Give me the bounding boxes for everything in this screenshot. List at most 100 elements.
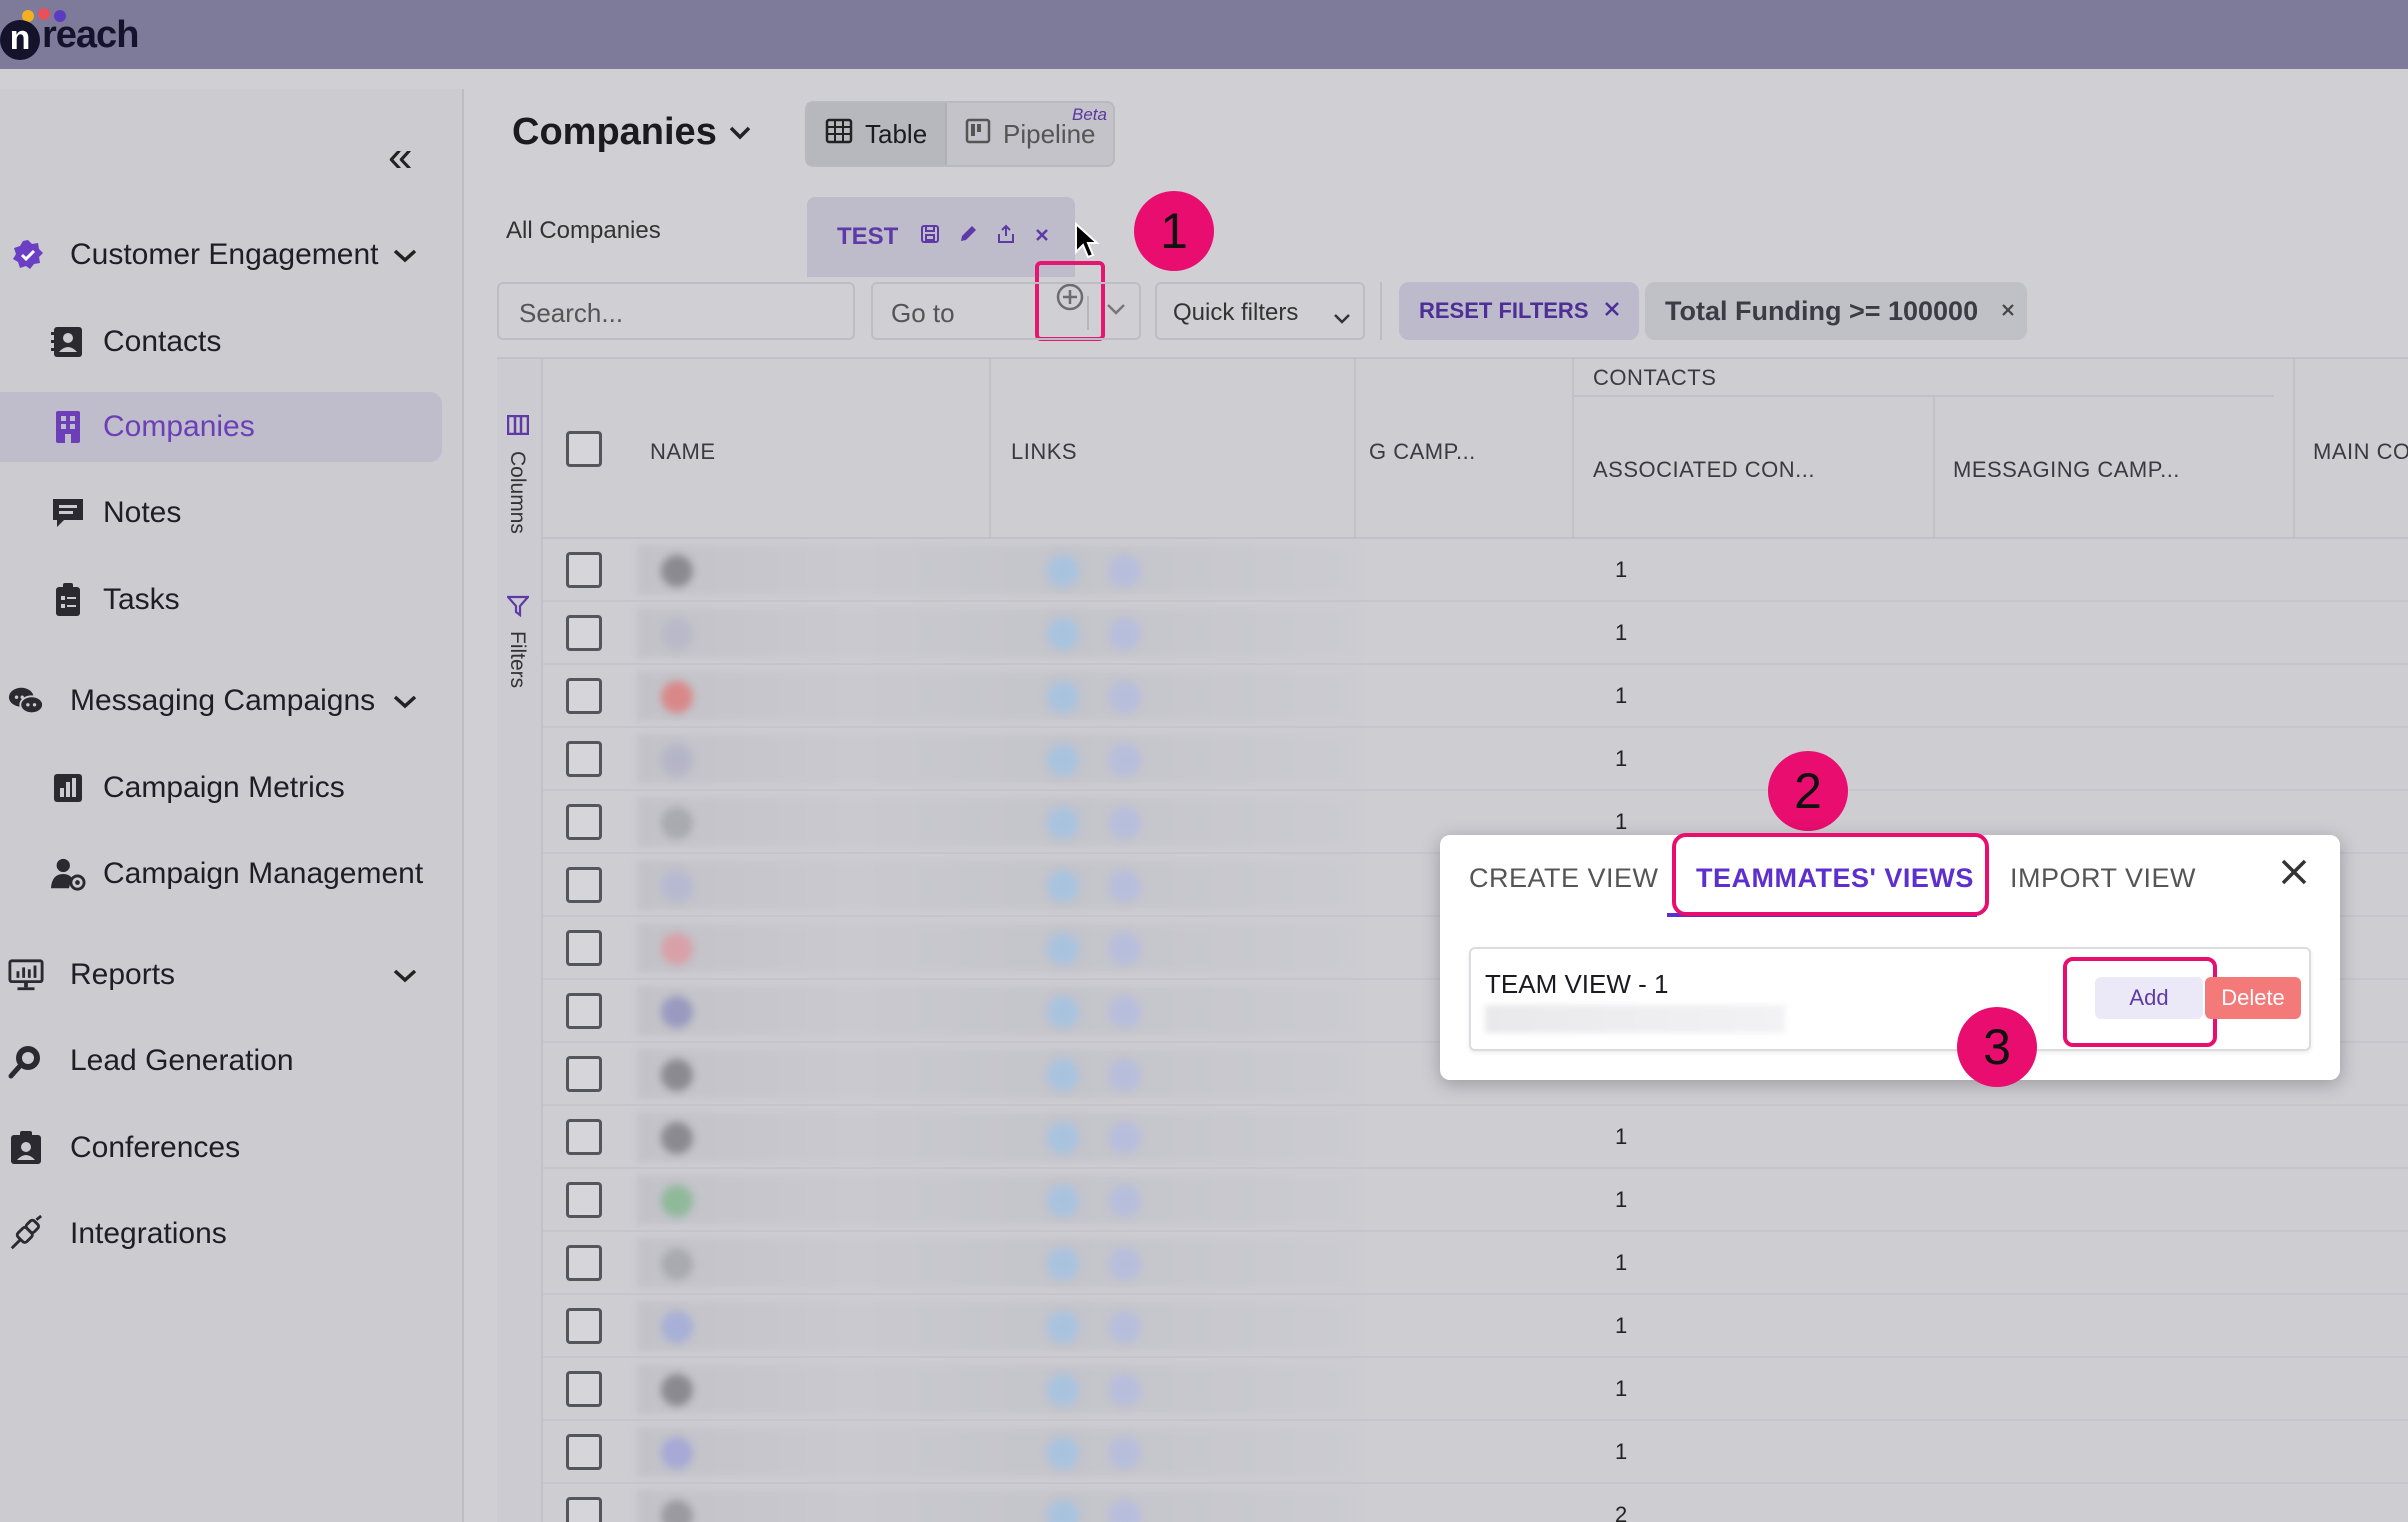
row-divider: [543, 726, 2408, 728]
quick-filters-button[interactable]: Quick filters: [1155, 282, 1365, 340]
filter-icon[interactable]: [505, 595, 531, 623]
link-icon: [1109, 870, 1141, 902]
select-all-checkbox[interactable]: [566, 431, 602, 467]
row-checkbox[interactable]: [566, 1308, 602, 1344]
close-icon: [1603, 297, 1621, 325]
close-modal-icon[interactable]: [2278, 853, 2310, 898]
associated-contacts-count: 1: [1615, 683, 1628, 708]
tab-all-companies[interactable]: All Companies: [506, 217, 706, 245]
sidebar-item-companies[interactable]: Companies: [0, 392, 442, 462]
blurred-row-content: [637, 608, 1357, 658]
sidebar-item-reports[interactable]: Reports: [0, 940, 440, 1010]
page-title[interactable]: Companies: [512, 111, 717, 154]
row-checkbox[interactable]: [566, 1119, 602, 1155]
close-tab-icon[interactable]: [1034, 226, 1050, 249]
link-icon: [1047, 1122, 1079, 1154]
pipeline-view-button[interactable]: Pipeline Beta: [947, 103, 1113, 165]
sidebar-item-notes[interactable]: Notes: [0, 478, 440, 548]
sidebar-item-campaign-management[interactable]: Campaign Management: [0, 839, 440, 909]
sidebar-item-customer-engagement[interactable]: Customer Engagement: [0, 220, 440, 290]
delete-view-button[interactable]: Delete: [2205, 977, 2301, 1019]
link-icon: [1109, 618, 1141, 650]
team-view-name: TEAM VIEW - 1: [1485, 969, 1669, 999]
company-avatar: [661, 681, 693, 713]
chat-bubbles-icon: [8, 683, 44, 719]
columns-toggle[interactable]: Columns: [505, 451, 529, 534]
link-icon: [1047, 1248, 1079, 1280]
row-divider: [543, 663, 2408, 665]
row-checkbox[interactable]: [566, 930, 602, 966]
filter-divider: [1380, 282, 1382, 340]
row-checkbox[interactable]: [566, 678, 602, 714]
app-logo[interactable]: n reach: [0, 8, 160, 60]
tab-import-view[interactable]: IMPORT VIEW: [2010, 863, 2196, 894]
sidebar-item-conferences[interactable]: Conferences: [0, 1113, 440, 1183]
row-checkbox[interactable]: [566, 741, 602, 777]
sidebar-item-tasks[interactable]: Tasks: [0, 565, 440, 635]
column-header-associated-contacts[interactable]: ASSOCIATED CON...: [1593, 457, 1815, 483]
link-icon: [1109, 807, 1141, 839]
user-gear-icon: [50, 856, 86, 892]
chevron-down-icon: [392, 960, 418, 991]
remove-filter-icon[interactable]: [2000, 297, 2016, 325]
chevron-down-icon[interactable]: [728, 117, 752, 148]
link-icon: [1109, 1122, 1141, 1154]
row-divider: [543, 789, 2408, 791]
blurred-row-content: [637, 1301, 1357, 1351]
column-header-campaigns[interactable]: G CAMP...: [1369, 439, 1476, 465]
save-icon[interactable]: [920, 224, 940, 250]
company-avatar: [661, 1059, 693, 1091]
add-view-confirm-button[interactable]: Add: [2095, 977, 2203, 1019]
reset-filters-button[interactable]: RESET FILTERS: [1399, 282, 1639, 340]
column-header-main-contact[interactable]: MAIN CONTA: [2313, 439, 2408, 465]
row-checkbox[interactable]: [566, 1182, 602, 1218]
goto-label: Go to: [891, 298, 955, 328]
link-icon: [1047, 681, 1079, 713]
share-icon[interactable]: [996, 224, 1016, 250]
row-checkbox[interactable]: [566, 1434, 602, 1470]
collapse-sidebar-icon[interactable]: «: [388, 135, 412, 179]
row-checkbox[interactable]: [566, 867, 602, 903]
associated-contacts-count: 1: [1615, 1313, 1628, 1338]
sidebar-item-messaging-campaigns[interactable]: Messaging Campaigns: [0, 666, 440, 736]
link-icon: [1047, 1311, 1079, 1343]
columns-icon[interactable]: [506, 414, 530, 441]
sidebar-item-integrations[interactable]: Integrations: [0, 1199, 440, 1269]
link-icon: [1109, 1374, 1141, 1406]
search-input[interactable]: Search...: [497, 282, 855, 340]
row-checkbox[interactable]: [566, 552, 602, 588]
filters-toggle[interactable]: Filters: [505, 631, 529, 688]
column-header-links[interactable]: LINKS: [1011, 439, 1077, 465]
row-checkbox[interactable]: [566, 1497, 602, 1522]
blurred-row-content: [637, 860, 1357, 910]
active-filter-chip[interactable]: Total Funding >= 100000: [1645, 282, 2027, 340]
row-checkbox[interactable]: [566, 1056, 602, 1092]
row-checkbox[interactable]: [566, 615, 602, 651]
blurred-row-content: [637, 734, 1357, 784]
row-checkbox[interactable]: [566, 1245, 602, 1281]
link-icon: [1047, 996, 1079, 1028]
company-avatar: [661, 744, 693, 776]
row-checkbox[interactable]: [566, 804, 602, 840]
goto-select[interactable]: Go to: [871, 282, 1141, 340]
column-header-messaging-campaigns[interactable]: MESSAGING CAMP...: [1953, 457, 2180, 483]
blurred-row-content: [637, 1427, 1357, 1477]
active-filter-label: Total Funding >= 100000: [1665, 295, 1979, 326]
sidebar-item-lead-generation[interactable]: Lead Generation: [0, 1026, 440, 1096]
link-icon: [1047, 618, 1079, 650]
associated-contacts-count: 1: [1615, 809, 1628, 834]
table-view-button[interactable]: Table: [807, 103, 947, 165]
contact-card-icon: [50, 324, 86, 360]
sidebar-item-campaign-metrics[interactable]: Campaign Metrics: [0, 753, 440, 823]
row-checkbox[interactable]: [566, 1371, 602, 1407]
clipboard-icon: [50, 582, 86, 618]
edit-icon[interactable]: [958, 224, 978, 250]
blurred-row-content: [637, 1112, 1357, 1162]
tab-create-view[interactable]: CREATE VIEW: [1469, 863, 1659, 894]
column-header-name[interactable]: NAME: [650, 439, 716, 465]
column-divider: [2293, 359, 2295, 539]
row-checkbox[interactable]: [566, 993, 602, 1029]
sidebar-item-contacts[interactable]: Contacts: [0, 307, 440, 377]
annotation-badge-3: 3: [1957, 1007, 2037, 1087]
company-avatar: [661, 1437, 693, 1469]
